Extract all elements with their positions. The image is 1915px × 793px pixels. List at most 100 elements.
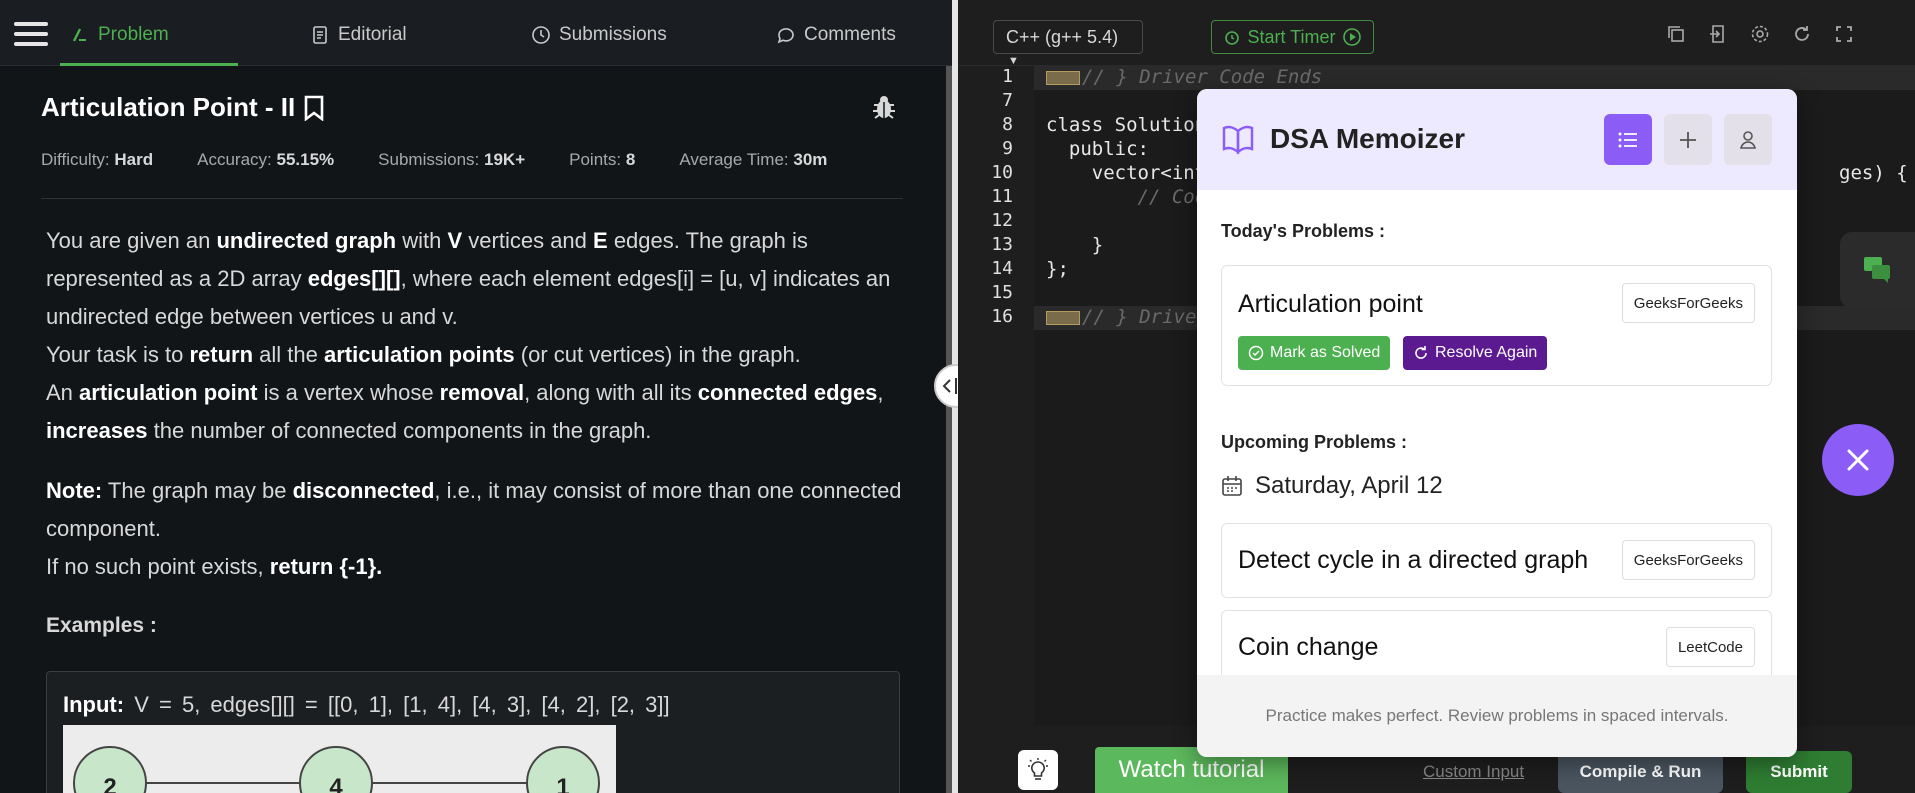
line-number: 7 — [1002, 90, 1013, 111]
problem-title[interactable]: Detect cycle in a directed graph — [1238, 546, 1588, 575]
hint-bulb-icon[interactable] — [1018, 750, 1058, 790]
code-line: class Solution — [1046, 114, 1207, 136]
average-time: Average Time: 30m — [679, 150, 827, 170]
compile-run-button[interactable]: Compile & Run — [1558, 751, 1723, 793]
user-icon — [1739, 130, 1757, 149]
line-number: 15 — [991, 282, 1013, 303]
gear-icon[interactable] — [1750, 24, 1770, 44]
add-problem-button[interactable] — [1664, 114, 1712, 165]
upcoming-problem-card[interactable]: Coin change LeetCode — [1221, 610, 1772, 675]
difficulty: Difficulty: Hard — [41, 150, 153, 170]
line-number: 10 — [991, 162, 1013, 183]
line-number: 9 — [1002, 138, 1013, 159]
open-book-icon — [1222, 125, 1254, 155]
fullscreen-icon[interactable] — [1834, 24, 1854, 44]
graph-node-label: 1 — [556, 774, 569, 793]
time-value: 30m — [793, 150, 828, 169]
custom-input-link[interactable]: Custom Input — [1423, 762, 1524, 782]
page-title: Articulation Point - II — [41, 92, 296, 122]
problem-tabs-bar: Problem Editorial Submissions Comments — [0, 0, 952, 66]
tab-label: Problem — [98, 24, 169, 45]
time-label: Average Time: — [679, 150, 789, 169]
tab-problem[interactable]: Problem — [70, 24, 169, 46]
example-graph-image: 2 4 1 — [63, 725, 616, 793]
profile-button[interactable] — [1724, 114, 1772, 165]
problem-description: You are given an undirected graph with V… — [46, 228, 902, 579]
tab-editorial[interactable]: Editorial — [310, 24, 407, 46]
resolve-again-button[interactable]: Resolve Again — [1403, 336, 1548, 370]
fold-marker-icon[interactable] — [1046, 310, 1080, 325]
graph-node-label: 4 — [329, 774, 343, 793]
code-line: public: — [1046, 138, 1149, 160]
language-value: C++ (g++ 5.4) — [1006, 27, 1119, 47]
alarm-icon — [1225, 31, 1240, 45]
editor-toolbar: C++ (g++ 5.4) ▼ Start Timer — [958, 0, 1915, 67]
line-number-gutter: 1 7 8 9 10 11 12 13 14 15 16 — [958, 66, 1034, 726]
code-line: // Cod — [1046, 186, 1207, 208]
resolve-again-label: Resolve Again — [1435, 344, 1538, 361]
code-text: // } Driver — [1082, 306, 1208, 328]
problem-title[interactable]: Articulation point — [1238, 290, 1423, 319]
code-text: // } Driver Code Ends — [1082, 66, 1323, 88]
example-input-label: Input: — [63, 692, 125, 717]
difficulty-label: Difficulty: — [41, 150, 110, 169]
document-icon — [313, 26, 327, 44]
popup-footer: Practice makes perfect. Review problems … — [1197, 675, 1797, 757]
chat-icon[interactable] — [1840, 232, 1915, 308]
line-number: 1 — [1002, 66, 1013, 87]
graph-node-label: 2 — [103, 774, 116, 793]
problem-meta: Difficulty: Hard Accuracy: 55.15% Submis… — [41, 150, 827, 170]
import-file-icon[interactable] — [1708, 24, 1728, 44]
platform-badge: GeeksForGeeks — [1621, 540, 1755, 580]
accuracy-value: 55.15% — [276, 150, 335, 169]
active-tab-indicator — [60, 63, 238, 66]
problem-title-row: Articulation Point - II — [41, 92, 325, 123]
platform-badge: LeetCode — [1665, 627, 1755, 667]
mark-solved-label: Mark as Solved — [1270, 344, 1381, 361]
submissions-value: 19K+ — [484, 150, 526, 169]
tab-label: Editorial — [338, 24, 407, 45]
points-label: Points: — [569, 150, 622, 169]
bookmark-icon[interactable] — [303, 95, 325, 121]
line-number: 12 — [991, 210, 1013, 231]
language-select[interactable]: C++ (g++ 5.4) ▼ — [993, 20, 1143, 67]
today-problem-card[interactable]: Articulation point GeeksForGeeks Mark as… — [1221, 265, 1772, 386]
hamburger-menu-icon[interactable] — [14, 22, 48, 48]
fold-marker-icon[interactable] — [1046, 70, 1080, 85]
popup-title: DSA Memoizer — [1270, 123, 1466, 154]
refresh-icon[interactable] — [1792, 24, 1812, 44]
check-circle-icon — [1248, 345, 1264, 361]
accuracy: Accuracy: 55.15% — [197, 150, 334, 170]
close-icon — [1847, 449, 1869, 471]
bug-report-icon[interactable] — [870, 93, 898, 121]
start-timer-button[interactable]: Start Timer — [1211, 20, 1374, 54]
tab-submissions[interactable]: Submissions — [531, 24, 667, 46]
upcoming-heading: Upcoming Problems : — [1221, 432, 1408, 452]
editor-tools — [1666, 24, 1854, 44]
accuracy-label: Accuracy: — [197, 150, 272, 169]
problem-title[interactable]: Coin change — [1238, 633, 1378, 662]
line-number: 11 — [991, 186, 1013, 207]
code-line: } — [1046, 234, 1104, 256]
submissions-label: Submissions: — [378, 150, 480, 169]
tab-comments[interactable]: Comments — [776, 24, 896, 46]
play-icon — [1342, 28, 1361, 46]
refresh-icon — [1415, 346, 1427, 359]
example-box: Input: V = 5, edges[][] = [[0, 1], [1, 4… — [46, 671, 900, 793]
comment-icon — [777, 28, 794, 44]
close-memoizer-button[interactable] — [1822, 424, 1894, 496]
app-root: Problem Editorial Submissions Comments A… — [0, 0, 1915, 793]
upcoming-date: Saturday, April 12 — [1221, 472, 1443, 500]
plus-icon — [1680, 131, 1696, 148]
submit-button[interactable]: Submit — [1746, 751, 1852, 793]
copy-icon[interactable] — [1666, 24, 1686, 44]
submissions-count: Submissions: 19K+ — [378, 150, 525, 170]
mark-solved-button[interactable]: Mark as Solved — [1238, 336, 1391, 370]
list-view-button[interactable] — [1604, 114, 1652, 165]
points: Points: 8 — [569, 150, 635, 170]
upcoming-problem-card[interactable]: Detect cycle in a directed graph GeeksFo… — [1221, 523, 1772, 598]
popup-body: Today's Problems : Articulation point Ge… — [1197, 190, 1797, 675]
today-heading: Today's Problems : — [1221, 221, 1385, 241]
code-line: vector<int — [1046, 162, 1207, 184]
tab-label: Submissions — [559, 24, 667, 45]
